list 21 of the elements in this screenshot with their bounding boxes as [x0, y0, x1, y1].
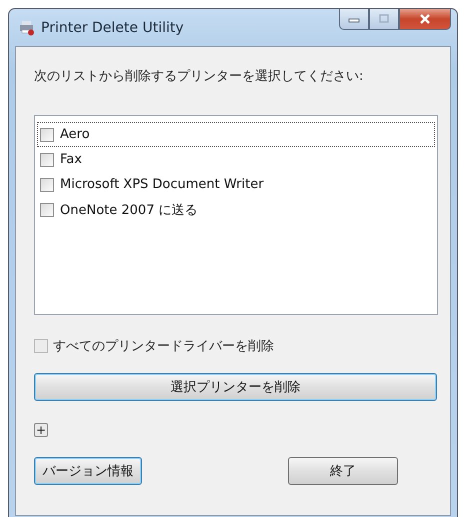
checkbox[interactable] — [40, 152, 54, 166]
delete-selected-button[interactable]: 選択プリンターを削除 — [34, 373, 437, 401]
close-icon — [418, 13, 432, 25]
minimize-button[interactable] — [339, 9, 369, 30]
checkbox[interactable] — [40, 128, 54, 142]
expand-button[interactable]: + — [34, 423, 48, 437]
printer-item[interactable]: Fax — [37, 147, 435, 172]
checkbox[interactable] — [40, 178, 54, 192]
checkbox[interactable] — [40, 202, 54, 216]
maximize-icon — [377, 13, 391, 25]
printer-icon — [19, 20, 35, 36]
printer-list[interactable]: Aero Fax Microsoft XPS Document Writer OneNote 2007 に送る — [34, 115, 438, 315]
window-title: Printer Delete Utility — [41, 20, 185, 36]
printer-item[interactable]: Aero — [37, 122, 435, 147]
exit-button[interactable]: 終了 — [288, 457, 398, 485]
close-button[interactable] — [399, 9, 451, 30]
printer-item[interactable]: OneNote 2007 に送る — [37, 197, 435, 222]
version-info-button[interactable]: バージョン情報 — [34, 457, 142, 485]
printer-item[interactable]: Microsoft XPS Document Writer — [37, 172, 435, 197]
instruction-text: 次のリストから削除するプリンターを選択してください: — [34, 68, 364, 85]
maximize-button[interactable] — [369, 9, 399, 30]
